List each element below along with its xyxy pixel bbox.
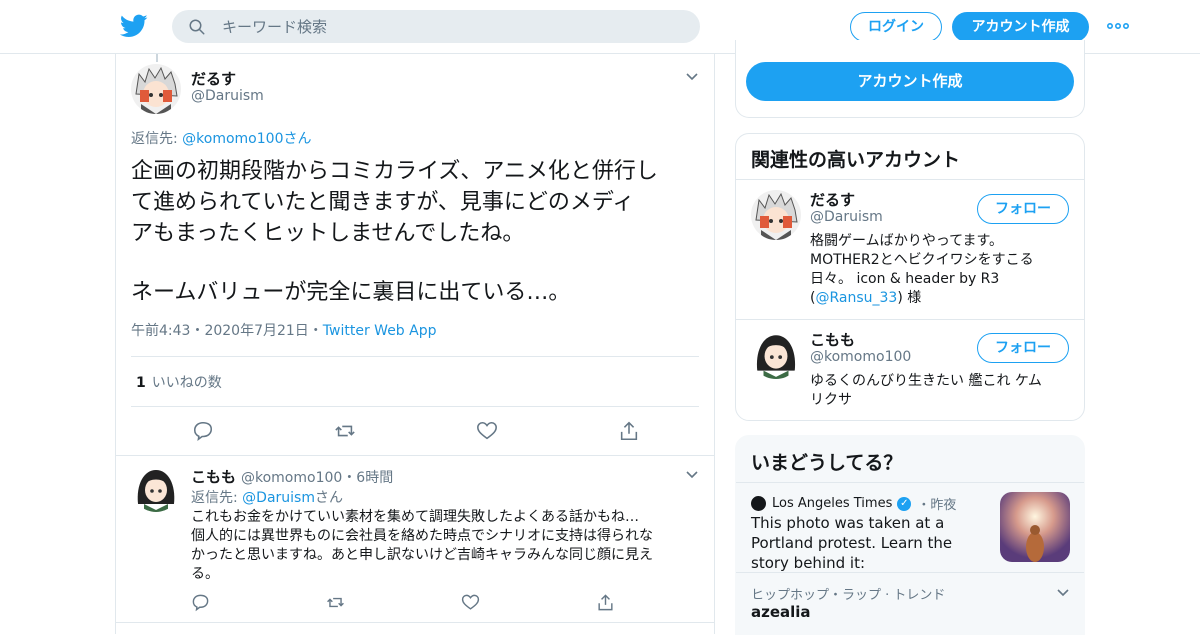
more-icon[interactable] (1106, 16, 1130, 36)
avatar[interactable] (751, 190, 801, 240)
tweet-text-line: て進められていたと聞きますが、見事にどのメディ (131, 190, 635, 215)
reply-prefix: 返信先: (131, 131, 183, 147)
owl-character-avatar-icon (131, 64, 181, 114)
bio-suffix: ) 様 (897, 290, 922, 306)
reply-suffix: さん (283, 131, 312, 147)
likes-count[interactable]: 1 いいねの数 (136, 372, 222, 392)
signup-card: アカウント作成 (735, 40, 1085, 118)
account-bio: ゆるくのんびり生きたい 艦これ ケム リクサ (810, 372, 1070, 410)
divider (116, 622, 714, 623)
divider (116, 455, 714, 456)
reply-suffix: さん (314, 490, 343, 506)
girl-character-avatar-icon (751, 329, 801, 379)
divider (131, 356, 699, 357)
search-bar[interactable] (172, 10, 700, 43)
tweet-author-handle[interactable]: @Daruism (191, 88, 264, 104)
search-icon (189, 19, 205, 35)
owl-character-avatar-icon (751, 190, 801, 240)
divider (131, 406, 699, 407)
bio-line: 日々。 icon & header by R3 (810, 271, 1000, 287)
search-input[interactable] (222, 10, 682, 43)
login-button[interactable]: ログイン (850, 12, 942, 42)
divider (736, 482, 1084, 483)
chevron-down-icon[interactable] (1056, 586, 1070, 600)
account-handle[interactable]: @Daruism (810, 209, 883, 225)
bio-mention-link[interactable]: @Ransu_33 (815, 290, 897, 306)
reply-text-line: 個人的には異世界ものに会社員を絡めた時点でシナリオに支持は得られな (191, 528, 653, 544)
likes-number: 1 (136, 375, 146, 391)
follow-button[interactable]: フォロー (977, 194, 1069, 224)
trend-category: ヒップホップ・ラップ · トレンド (751, 588, 946, 603)
reply-author-name[interactable]: こもも (191, 466, 236, 487)
related-accounts-card: 関連性の高いアカウント だるす @Daruism フォロー 格闘ゲームばかりやっ… (735, 133, 1085, 421)
trend-thumbnail[interactable] (1000, 492, 1070, 562)
reply-to-line: 返信先: @komomo100さん (131, 128, 311, 148)
share-icon[interactable] (618, 420, 640, 442)
trend-name[interactable]: azealia (751, 603, 811, 621)
related-accounts-title: 関連性の高いアカウント (751, 149, 961, 171)
avatar[interactable] (132, 464, 180, 512)
share-icon[interactable] (596, 593, 615, 612)
reply-handle[interactable]: @komomo100 (241, 470, 342, 486)
reply-icon[interactable] (191, 593, 210, 612)
chevron-down-icon[interactable] (685, 468, 699, 482)
protest-photo-thumbnail-icon (1000, 492, 1070, 562)
reply-text: これもお金をかけていい素材を集めて調理失敗したよくある話かもね… 個人的には異世… (191, 508, 696, 584)
reply-age[interactable]: ・6時間 (342, 470, 393, 486)
tweet-source-app[interactable]: Twitter Web App (323, 323, 437, 339)
like-icon[interactable] (476, 420, 498, 442)
like-icon[interactable] (461, 593, 480, 612)
create-account-button[interactable]: アカウント作成 (746, 62, 1074, 101)
trends-card: いまどうしてる？ Los Angeles Times ✓ ・昨夜 This ph… (735, 435, 1085, 635)
reply-to-link[interactable]: @komomo100 (182, 131, 283, 147)
tweet-author-name[interactable]: だるす (191, 68, 236, 89)
bio-line: 格闘ゲームばかりやってます。 (810, 233, 1004, 249)
thread-line (156, 54, 158, 62)
account-name[interactable]: こもも (810, 329, 855, 350)
account-bio: 格闘ゲームばかりやってます。 MOTHER2とヘビクイワシをすこる 日々。 ic… (810, 232, 1070, 308)
trend-headline[interactable]: This photo was taken at a Portland prote… (751, 513, 991, 573)
trend-source-name: Los Angeles Times (772, 496, 893, 511)
reply-to-line: 返信先: @Daruismさん (191, 487, 343, 507)
avatar[interactable] (131, 64, 181, 114)
tweet-text-line: ネームバリューが完全に裏目に出ている…。 (131, 280, 571, 305)
account-handle[interactable]: @komomo100 (810, 349, 911, 365)
signup-button[interactable]: アカウント作成 (952, 12, 1089, 42)
tweet-time[interactable]: 午前4:43・2020年7月21日・ (131, 323, 323, 339)
trend-source[interactable]: Los Angeles Times ✓ ・昨夜 (751, 494, 956, 513)
divider (736, 319, 1084, 320)
retweet-icon[interactable] (326, 593, 345, 612)
tweet-timestamp: 午前4:43・2020年7月21日・Twitter Web App (131, 320, 437, 340)
tweet-text: 企画の初期段階からコミカライズ、アニメ化と併行し て進められていたと聞きますが、… (131, 156, 706, 308)
reply-author-handle[interactable]: @komomo100・6時間 (241, 467, 393, 487)
reply-text-line: る。 (191, 566, 219, 582)
reply-text-line: かったと思いますね。あと申し訳ないけど吉崎キャラみんな同じ顔に見え (191, 547, 653, 563)
bio-line: ゆるくのんびり生きたい 艦これ ケム (810, 373, 1042, 389)
divider (736, 572, 1084, 573)
girl-character-avatar-icon (132, 464, 180, 512)
bio-line: MOTHER2とヘビクイワシをすこる (810, 252, 1034, 268)
twitter-logo-icon[interactable] (120, 12, 148, 40)
trend-time: ・昨夜 (917, 498, 957, 513)
news-source-logo-icon (751, 496, 766, 511)
account-name[interactable]: だるす (810, 189, 855, 210)
chevron-down-icon[interactable] (685, 70, 699, 84)
reply-icon[interactable] (192, 420, 214, 442)
likes-label: いいねの数 (151, 375, 222, 391)
tweet-text-line: 企画の初期段階からコミカライズ、アニメ化と併行し (131, 159, 658, 184)
bio-line: (@Ransu_33) 様 (810, 289, 1070, 308)
tweet-text-line: アもまったくヒットしませんでしたね。 (131, 221, 525, 246)
verified-badge-icon: ✓ (897, 496, 912, 511)
follow-button[interactable]: フォロー (977, 333, 1069, 363)
reply-to-link[interactable]: @Daruism (242, 490, 315, 506)
reply-prefix: 返信先: (191, 490, 243, 506)
reply-text-line: これもお金をかけていい素材を集めて調理失敗したよくある話かもね… (191, 509, 639, 525)
retweet-icon[interactable] (334, 420, 356, 442)
avatar[interactable] (751, 329, 801, 379)
trends-title: いまどうしてる？ (751, 452, 903, 474)
bio-line: リクサ (810, 392, 852, 408)
timeline: だるす @Daruism 返信先: @komomo100さん 企画の初期段階から… (115, 54, 715, 634)
divider (736, 179, 1084, 180)
